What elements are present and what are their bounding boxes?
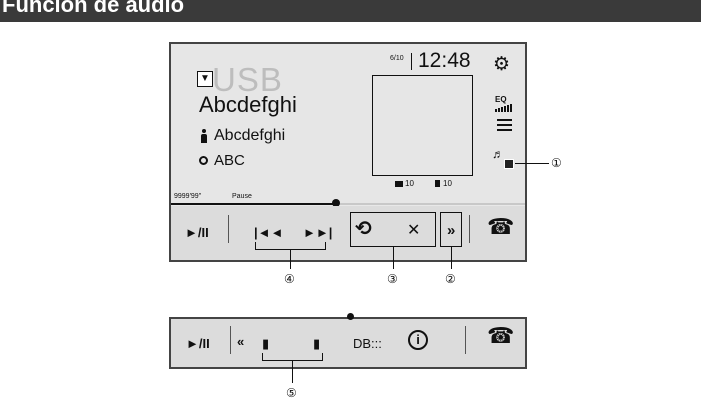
album-icon [199,156,208,165]
gear-icon[interactable]: ⚙ [493,55,510,75]
clock-divider [411,53,412,70]
album-art[interactable] [372,75,473,176]
folder-count: 10 [405,179,414,188]
progress-bar[interactable] [171,203,525,205]
callout-4: ④ [284,272,295,286]
callout-bracket-5 [262,353,323,361]
callout-5: ⑤ [286,386,297,400]
play-pause-button-alt[interactable]: ►/II [186,336,210,352]
section-title: Función de audio [2,0,185,17]
callout-1: ① [551,156,562,170]
clock: 12:48 [418,49,471,72]
phone-icon[interactable]: ☎ [487,216,514,238]
artist-name: Abcdefghi [214,127,286,144]
next-track-button[interactable]: ►►| [303,225,332,241]
control-bar [171,206,525,260]
back-button[interactable]: « [237,334,244,350]
list-icon[interactable] [497,119,512,132]
callout-leader-1 [515,163,549,164]
callout-bracket-3 [350,212,436,247]
right-icon-button[interactable]: ▮ [313,336,320,352]
time-played: 9999'99" [174,193,202,200]
callout-bracket-4 [255,242,326,250]
playback-status: Pause [232,193,252,200]
track-title: Abcdefghi [199,92,297,117]
file-icon [435,180,440,187]
info-icon[interactable]: i [408,330,428,350]
play-pause-button[interactable]: ►/II [185,225,209,241]
track-count: 6/10 [390,55,404,62]
music-icon[interactable]: ♬ [492,148,504,160]
callout-2: ② [445,272,456,286]
artist-icon [201,129,207,143]
callout-bracket-2 [440,212,462,247]
progress-fill [171,203,338,205]
album-list-icon [504,159,514,169]
progress-knob-alt[interactable] [347,313,354,320]
callout-3: ③ [387,272,398,286]
folder-icon [395,181,403,187]
db-button[interactable]: DB::: [353,336,382,352]
eq-bars-icon [495,104,513,112]
eq-icon[interactable]: EQ [495,95,507,104]
left-icon-button[interactable]: ▮ [262,336,269,352]
file-count: 10 [443,179,452,188]
prev-track-button[interactable]: |◄◄ [254,225,283,241]
album-name: ABC [214,152,245,169]
section-header: Función de audio [0,0,701,22]
phone-icon-alt[interactable]: ☎ [487,325,514,347]
control-bar-alt [169,317,527,369]
source-dropdown-button[interactable]: ▼ [197,71,213,87]
